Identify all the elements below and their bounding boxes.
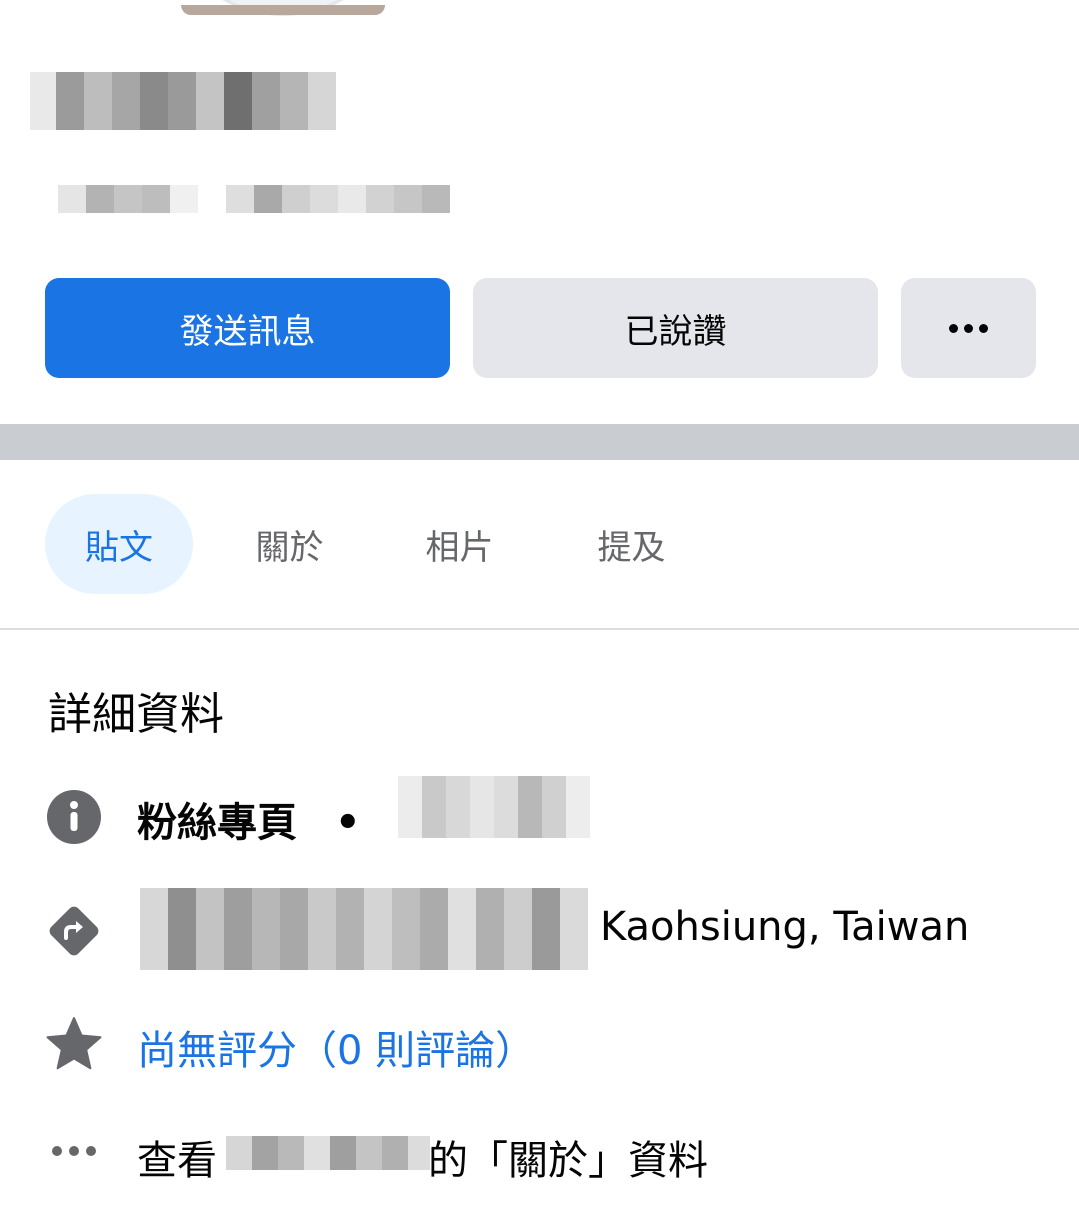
category-label: 粉絲專頁 xyxy=(137,800,297,846)
directions-icon-wrap xyxy=(45,902,103,960)
redacted-category-value xyxy=(398,776,590,838)
send-message-label: 發送訊息 xyxy=(179,311,316,352)
tab-mentions-label: 提及 xyxy=(597,527,666,568)
ellipsis-icon xyxy=(45,1122,103,1180)
page-category: 粉絲專頁 • xyxy=(137,790,361,848)
profile-avatar[interactable] xyxy=(160,0,406,16)
section-divider xyxy=(0,424,1079,460)
tab-about[interactable]: 關於 xyxy=(232,494,347,594)
tab-posts-label: 貼文 xyxy=(85,527,153,568)
tab-photos-label: 相片 xyxy=(425,527,494,568)
details-title: 詳細資料 xyxy=(48,689,224,740)
address-text: Kaohsiung, Taiwan xyxy=(600,904,970,950)
tabs-divider xyxy=(0,628,1079,630)
tab-about-label: 關於 xyxy=(255,527,324,568)
about-link[interactable]: 的「關於」資料 xyxy=(428,1128,708,1186)
liked-button[interactable]: 已說讚 xyxy=(473,278,878,378)
tab-photos[interactable]: 相片 xyxy=(402,494,517,594)
liked-label: 已說讚 xyxy=(624,311,727,352)
star-icon xyxy=(45,1015,103,1073)
info-icon-wrap xyxy=(45,788,103,846)
profile-tabs: 貼文 關於 相片 提及 xyxy=(0,494,1079,594)
redacted-page-name-inline xyxy=(226,1136,430,1170)
tab-mentions[interactable]: 提及 xyxy=(574,494,689,594)
more-info-icon-wrap xyxy=(45,1122,103,1180)
star-icon-wrap xyxy=(45,1015,103,1073)
about-prefix: 查看 xyxy=(137,1138,217,1184)
directions-icon xyxy=(45,902,103,960)
send-message-button[interactable]: 發送訊息 xyxy=(45,278,450,378)
category-separator: • xyxy=(334,800,361,846)
redacted-page-subtitle xyxy=(58,185,450,213)
redacted-page-name xyxy=(30,72,336,130)
redacted-address xyxy=(140,888,588,970)
rating-link[interactable]: 尚無評分（0 則評論） xyxy=(137,1018,535,1076)
page-profile: 發送訊息 已說讚 貼文 關於 相片 提及 詳細資料 粉絲專頁 • Kaohsiu… xyxy=(0,0,1079,1229)
more-options-button[interactable] xyxy=(901,278,1036,378)
more-dots-icon xyxy=(949,323,988,333)
tab-posts[interactable]: 貼文 xyxy=(45,494,193,594)
info-icon xyxy=(45,788,103,846)
